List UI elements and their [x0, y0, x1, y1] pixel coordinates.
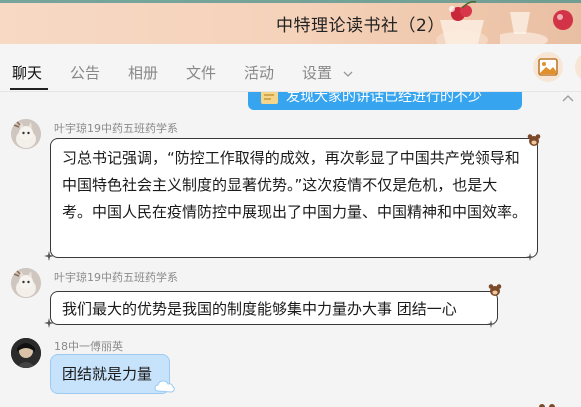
cloud-decoration-icon: [154, 380, 175, 393]
tab-events[interactable]: 活动: [244, 62, 274, 83]
message-bubble[interactable]: 习总书记强调，“防控工作取得的成效，再次彰显了中国共产党领导和中国特色社会主义制…: [50, 138, 538, 258]
avatar[interactable]: [11, 338, 41, 368]
cat-avatar-icon: [11, 119, 41, 149]
message-sender-name: 叶宇琼19中药五班药学系: [54, 122, 178, 135]
title-bar: 中特理论读书社（2）: [0, 0, 581, 44]
chevron-down-icon: [343, 71, 353, 77]
tab-files[interactable]: 文件: [186, 62, 216, 83]
tab-settings-label: 设置: [302, 64, 333, 82]
bear-bubble-decoration-icon: [527, 134, 541, 146]
chat-window: 中特理论读书社（2） 聊天 公告 相册 文件 活动 设置 发现大家的讲话已经进行…: [0, 0, 581, 407]
sparkle-decoration-icon: [44, 251, 54, 261]
message-text: 团结就是力量: [62, 365, 153, 383]
message-text: 习总书记强调，“防控工作取得的成效，再次彰显了中国共产党领导和中国特色社会主义制…: [62, 149, 528, 221]
avatar[interactable]: [11, 268, 41, 298]
image-button[interactable]: [533, 52, 563, 82]
message-sender-name: 18中一傅丽英: [54, 340, 123, 353]
partial-bubble-decoration-icon: [539, 404, 555, 407]
avatar[interactable]: [11, 119, 41, 149]
outgoing-message-text: 发现大家的讲话已经进行的不少: [286, 92, 482, 105]
tab-bar: 聊天 公告 相册 文件 活动 设置: [0, 44, 581, 92]
tab-announcements[interactable]: 公告: [70, 62, 100, 83]
sparkle-decoration-icon: [44, 318, 54, 328]
chevron-up-icon[interactable]: [562, 93, 574, 103]
active-tab-indicator: [10, 88, 48, 90]
image-icon: [538, 58, 558, 76]
message-text: 我们最大的优势是我国的制度能够集中力量办大事 团结一心: [62, 300, 457, 318]
sparkle-decoration-icon: [487, 320, 495, 328]
user-avatar-icon: [11, 338, 41, 368]
tab-chat[interactable]: 聊天: [12, 62, 42, 83]
message-bubble[interactable]: 团结就是力量: [50, 354, 170, 394]
theme-decoration-right-icon: [500, 10, 573, 44]
sparkle-decoration-icon: [526, 253, 534, 261]
tab-album[interactable]: 相册: [128, 62, 158, 83]
outgoing-message-bubble-partial[interactable]: 发现大家的讲话已经进行的不少: [248, 92, 522, 110]
bear-bubble-decoration-icon: [488, 284, 502, 296]
cat-avatar-icon: [11, 268, 41, 298]
window-title: 中特理论读书社（2）: [276, 16, 445, 36]
tab-settings[interactable]: 设置: [302, 62, 353, 83]
message-bubble[interactable]: 我们最大的优势是我国的制度能够集中力量办大事 团结一心: [50, 291, 498, 325]
chat-message-area[interactable]: 发现大家的讲话已经进行的不少 叶宇琼19中药五班药学系 习总书记强调，“防控工作…: [0, 92, 581, 407]
message-sender-name: 叶宇琼19中药五班药学系: [54, 271, 178, 284]
theme-decoration-glass-icon: [436, 0, 488, 44]
note-icon: [261, 92, 278, 104]
